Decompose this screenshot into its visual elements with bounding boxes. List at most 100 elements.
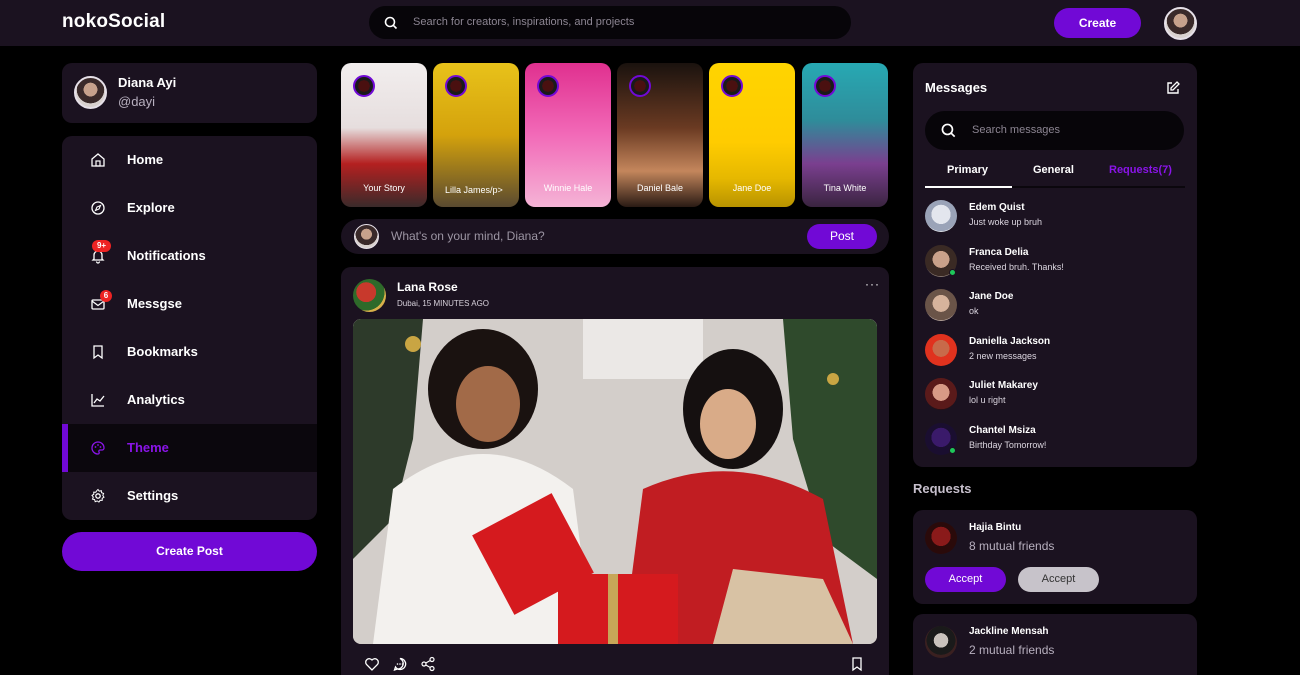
sidebar-item-label: Analytics [127, 392, 185, 407]
request-name[interactable]: Jackline Mensah [969, 626, 1048, 637]
message-avatar [925, 334, 957, 366]
story-card[interactable]: Your Story [341, 63, 427, 207]
search-icon [384, 16, 398, 30]
messages-title: Messages [925, 80, 988, 95]
messages-search-input[interactable]: Search messages [972, 124, 1060, 136]
story-card[interactable]: Lilla James/p> [433, 63, 519, 207]
sidebar-item-label: Bookmarks [127, 344, 198, 359]
sidebar-item-label: Messgse [127, 296, 182, 311]
messages-badge: 6 [100, 290, 112, 302]
sidebar-item-label: Explore [127, 200, 175, 215]
story-avatar [721, 75, 743, 97]
sidebar-item-settings[interactable]: Settings [62, 472, 317, 520]
profile-card[interactable]: Diana Ayi @dayi [62, 63, 317, 123]
heart-icon[interactable] [364, 656, 380, 672]
user-avatar[interactable] [1164, 7, 1197, 40]
logo[interactable]: nokoSocial [62, 11, 165, 33]
message-preview: Just woke up bruh [969, 217, 1043, 227]
story-label: Your Story [363, 183, 405, 193]
comment-icon[interactable] [392, 656, 408, 672]
bookmark-icon[interactable] [849, 656, 865, 672]
message-sender: Juliet Makarey [969, 380, 1038, 391]
post-image[interactable] [353, 319, 877, 644]
message-sender: Edem Quist [969, 202, 1025, 213]
tab-general[interactable]: General [1033, 164, 1074, 176]
requests-heading: Requests [913, 481, 972, 496]
top-bar: nokoSocial Search for creators, inspirat… [0, 0, 1300, 46]
create-post-button[interactable]: Create Post [62, 532, 317, 571]
story-avatar [353, 75, 375, 97]
message-item[interactable]: Jane Doe ok [925, 289, 1185, 333]
message-item[interactable]: Franca Delia Received bruh. Thanks! [925, 245, 1185, 289]
global-search-input[interactable]: Search for creators, inspirations, and p… [413, 16, 634, 28]
active-indicator [62, 424, 68, 472]
post-meta: Dubai, 15 MINUTES AGO [397, 299, 490, 308]
story-card[interactable]: Tina White [802, 63, 888, 207]
message-avatar [925, 289, 957, 321]
accept-button[interactable]: Accept [925, 567, 1006, 592]
post-button[interactable]: Post [807, 224, 877, 249]
sidebar-item-label: Notifications [127, 248, 206, 263]
sidebar-item-theme[interactable]: Theme [62, 424, 317, 472]
tab-requests[interactable]: Requests(7) [1109, 164, 1172, 176]
sidebar-item-label: Theme [127, 440, 169, 455]
post-author-name[interactable]: Lana Rose [397, 280, 458, 294]
story-label: Winnie Hale [543, 183, 593, 193]
story-avatar [814, 75, 836, 97]
compass-icon [91, 201, 105, 215]
message-item[interactable]: Edem Quist Just woke up bruh [925, 200, 1185, 244]
gear-icon [91, 488, 105, 503]
profile-name: Diana Ayi [118, 75, 177, 90]
story-avatar [629, 75, 651, 97]
post-composer[interactable]: What's on your mind, Diana? Post [341, 219, 889, 254]
share-icon[interactable] [420, 656, 436, 672]
message-item[interactable]: Chantel Msiza Birthday Tomorrow! [925, 423, 1185, 467]
story-avatar [537, 75, 559, 97]
story-avatar [445, 75, 467, 97]
message-sender: Franca Delia [969, 247, 1029, 258]
sidebar-nav: Home Explore 9+ Notifications 6 Messgse … [62, 136, 317, 520]
sidebar-item-messages[interactable]: 6 Messgse [62, 280, 317, 328]
post-more-button[interactable]: ··· [865, 277, 880, 291]
sidebar-item-label: Settings [127, 488, 179, 503]
request-mutual: 2 mutual friends [969, 643, 1055, 657]
message-sender: Jane Doe [969, 291, 1014, 302]
story-card[interactable]: Jane Doe [709, 63, 795, 207]
feed-post: Lana Rose Dubai, 15 MINUTES AGO ··· [341, 267, 889, 675]
request-name[interactable]: Hajia Bintu [969, 522, 1021, 533]
message-preview: Received bruh. Thanks! [969, 262, 1064, 272]
message-sender: Daniella Jackson [969, 336, 1051, 347]
online-indicator [949, 447, 956, 454]
story-label: Lilla James/p> [445, 185, 503, 195]
sidebar-item-bookmarks[interactable]: Bookmarks [62, 328, 317, 376]
global-search[interactable]: Search for creators, inspirations, and p… [369, 6, 851, 39]
friend-request-card: Jackline Mensah 2 mutual friends [913, 614, 1197, 675]
search-icon [941, 123, 956, 138]
story-card[interactable]: Daniel Bale [617, 63, 703, 207]
profile-avatar [74, 76, 107, 109]
message-avatar [925, 200, 957, 232]
sidebar-item-analytics[interactable]: Analytics [62, 376, 317, 424]
story-card[interactable]: Winnie Hale [525, 63, 611, 207]
tab-primary[interactable]: Primary [947, 164, 988, 176]
story-label: Jane Doe [732, 183, 772, 193]
post-photo [353, 319, 877, 644]
message-item[interactable]: Daniella Jackson 2 new messages [925, 334, 1185, 378]
sidebar-item-notifications[interactable]: 9+ Notifications [62, 232, 317, 280]
story-label: Daniel Bale [636, 183, 684, 193]
compose-icon[interactable] [1165, 80, 1181, 96]
decline-button[interactable]: Accept [1018, 567, 1099, 592]
request-avatar[interactable] [925, 522, 957, 554]
tab-divider [1012, 186, 1185, 188]
message-item[interactable]: Juliet Makarey lol u right [925, 378, 1185, 422]
request-avatar[interactable] [925, 626, 957, 658]
chart-line-icon [91, 394, 105, 407]
notifications-badge: 9+ [92, 240, 111, 252]
messages-search[interactable]: Search messages [925, 111, 1184, 150]
composer-avatar [354, 224, 379, 249]
post-author-avatar[interactable] [353, 279, 386, 312]
composer-input[interactable]: What's on your mind, Diana? [391, 229, 545, 243]
sidebar-item-explore[interactable]: Explore [62, 184, 317, 232]
create-button[interactable]: Create [1054, 8, 1141, 38]
sidebar-item-home[interactable]: Home [62, 136, 317, 184]
